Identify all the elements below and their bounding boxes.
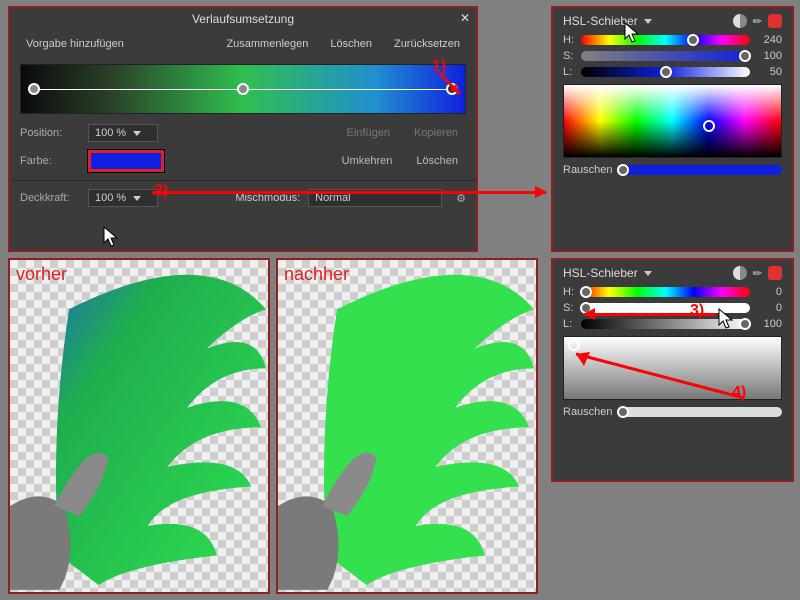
s-label: S: — [563, 302, 575, 314]
arrow-3 — [584, 313, 716, 316]
s-label: S: — [563, 50, 575, 62]
reset-button[interactable]: Zurücksetzen — [384, 34, 470, 54]
delete-stop-button[interactable]: Löschen — [408, 153, 466, 169]
merge-button[interactable]: Zusammenlegen — [216, 34, 318, 54]
contrast-icon[interactable] — [733, 14, 747, 28]
eyedropper-icon[interactable]: ✎ — [750, 13, 766, 29]
s-value[interactable]: 100 — [756, 50, 782, 62]
noise-slider[interactable] — [619, 407, 782, 417]
h-value[interactable]: 240 — [756, 34, 782, 46]
h-label: H: — [563, 286, 575, 298]
contrast-icon[interactable] — [733, 266, 747, 280]
color-chip-icon[interactable] — [768, 266, 782, 280]
add-preset-button[interactable]: Vorgabe hinzufügen — [16, 34, 134, 54]
h-slider[interactable] — [581, 35, 750, 45]
wing-after-image — [278, 260, 536, 591]
s-value[interactable]: 0 — [756, 302, 782, 314]
color-chip-icon[interactable] — [768, 14, 782, 28]
position-label: Position: — [20, 127, 80, 139]
s-slider[interactable] — [581, 303, 750, 313]
preview-before: vorher — [8, 258, 270, 594]
gradient-stop-mid[interactable] — [237, 83, 249, 95]
l-label: L: — [563, 66, 575, 78]
gradient-map-dialog: Verlaufsumsetzung ✕ Vorgabe hinzufügen Z… — [8, 6, 478, 252]
l-value[interactable]: 50 — [756, 66, 782, 78]
preview-after: nachher — [276, 258, 538, 594]
color-label: Farbe: — [20, 155, 80, 167]
h-label: H: — [563, 34, 575, 46]
dialog-title: Verlaufsumsetzung ✕ — [10, 8, 476, 30]
noise-label: Rauschen — [563, 164, 613, 176]
chevron-down-icon[interactable] — [644, 271, 652, 276]
noise-slider[interactable] — [619, 165, 782, 175]
hsl-title[interactable]: HSL-Schieber — [563, 266, 638, 280]
opacity-select[interactable]: 100 % — [88, 189, 158, 207]
color-swatch[interactable] — [88, 150, 164, 172]
dialog-title-text: Verlaufsumsetzung — [192, 12, 294, 26]
hsl-panel-1: HSL-Schieber ✎ H: 240 S: 100 L: 50 Rausc… — [551, 6, 794, 252]
color-field[interactable] — [563, 84, 782, 158]
delete-button[interactable]: Löschen — [320, 34, 382, 54]
eyedropper-icon[interactable]: ✎ — [750, 265, 766, 281]
chevron-down-icon[interactable] — [644, 19, 652, 24]
l-slider[interactable] — [581, 67, 750, 77]
position-select[interactable]: 100 % — [88, 124, 158, 142]
h-slider[interactable] — [581, 287, 750, 297]
h-value[interactable]: 0 — [756, 286, 782, 298]
opacity-label: Deckkraft: — [20, 192, 80, 204]
invert-button[interactable]: Umkehren — [334, 153, 401, 169]
l-label: L: — [563, 318, 575, 330]
gradient-editor[interactable] — [20, 64, 466, 114]
dialog-button-row: Vorgabe hinzufügen Zusammenlegen Löschen… — [10, 30, 476, 58]
arrow-2 — [152, 191, 546, 194]
wing-before-image — [10, 260, 268, 591]
close-icon[interactable]: ✕ — [460, 11, 470, 25]
noise-label: Rauschen — [563, 406, 613, 418]
l-slider[interactable] — [581, 319, 750, 329]
paste-button: Einfügen — [339, 125, 398, 141]
s-slider[interactable] — [581, 51, 750, 61]
before-label: vorher — [16, 264, 67, 285]
after-label: nachher — [284, 264, 349, 285]
l-value[interactable]: 100 — [756, 318, 782, 330]
copy-button: Kopieren — [406, 125, 466, 141]
hsl-title[interactable]: HSL-Schieber — [563, 14, 638, 28]
